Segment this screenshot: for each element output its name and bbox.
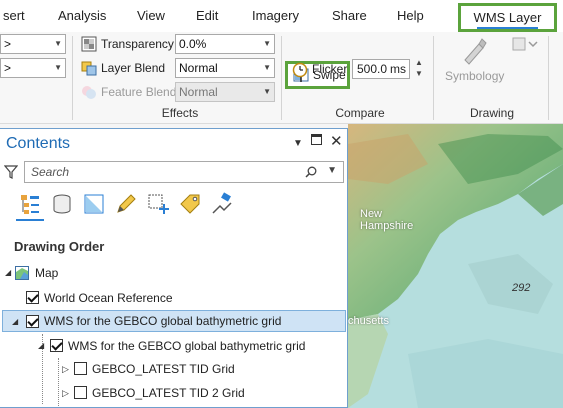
- tree-item-label: Map: [35, 266, 59, 280]
- search-box[interactable]: ▼: [24, 161, 344, 183]
- pane-options-chevron-icon[interactable]: ▼: [293, 138, 303, 149]
- terrain-map: [348, 124, 563, 408]
- search-options-chevron-icon[interactable]: ▼: [327, 165, 337, 176]
- tab-share[interactable]: Share: [332, 0, 367, 32]
- list-by-labeling-icon[interactable]: [178, 192, 202, 216]
- symbology-button[interactable]: Symbology: [445, 66, 504, 86]
- left-combo-1[interactable]: > ▼: [0, 34, 66, 54]
- visibility-checkbox[interactable]: [74, 386, 87, 399]
- ribbon-divider: [433, 36, 434, 120]
- compare-group-label: Compare: [335, 106, 385, 120]
- ribbon-divider: [281, 36, 282, 120]
- ribbon-divider: [72, 36, 73, 120]
- layer-blend-select[interactable]: Normal ▼: [175, 58, 275, 78]
- transparency-label: Transparency: [101, 37, 174, 51]
- flicker-label: Flicker: [312, 62, 348, 76]
- spin-up-icon[interactable]: ▲: [412, 57, 426, 68]
- map-icon: [15, 266, 29, 280]
- map-label-state-bottom: chusetts: [348, 315, 389, 327]
- transparency-value: 0.0%: [179, 37, 207, 51]
- visibility-checkbox[interactable]: [26, 315, 39, 328]
- tab-imagery[interactable]: Imagery: [252, 0, 299, 32]
- active-tab-indicator: [477, 27, 538, 29]
- display-options-icon[interactable]: [511, 36, 539, 52]
- list-by-editing-icon[interactable]: [114, 192, 138, 216]
- symbology-icon: [464, 38, 487, 65]
- layer-blend-label: Layer Blend: [101, 61, 166, 75]
- tree-item-label: World Ocean Reference: [44, 291, 173, 305]
- map-view[interactable]: New Hampshire chusetts 292: [348, 124, 563, 408]
- ribbon-divider: [548, 36, 549, 120]
- chevron-down-icon: ▼: [263, 63, 271, 72]
- left-combo-2[interactable]: > ▼: [0, 58, 66, 78]
- drawing-order-heading: Drawing Order: [14, 239, 105, 254]
- flicker-unit: ms: [390, 62, 406, 76]
- active-view-indicator: [16, 219, 44, 221]
- transparency-icon: [81, 36, 97, 52]
- list-by-selection-icon[interactable]: [82, 192, 106, 216]
- tree-item-map[interactable]: ◢ Map: [0, 262, 340, 284]
- tree-item-world-ocean-reference[interactable]: World Ocean Reference: [0, 287, 340, 309]
- map-label-state-top-text: New Hampshire: [360, 208, 414, 232]
- search-icon[interactable]: [305, 166, 317, 178]
- feature-blend-value: Normal: [179, 85, 218, 99]
- map-label-depth: 292: [512, 282, 531, 294]
- layer-blend-icon: [81, 61, 97, 76]
- tab-wms-layer[interactable]: WMS Layer: [461, 6, 554, 29]
- maximize-icon[interactable]: [311, 134, 322, 148]
- tree-item-wms-gebco-sublayer[interactable]: ◢ WMS for the GEBCO global bathymetric g…: [0, 335, 340, 357]
- tab-view[interactable]: View: [137, 0, 165, 32]
- tab-edit[interactable]: Edit: [196, 0, 218, 32]
- flicker-spinner[interactable]: ▲ ▼: [412, 57, 426, 81]
- ribbon-panel: > ▼ > ▼ Transparency 0.0% ▼ Layer Blend …: [0, 32, 563, 124]
- chevron-down-icon: ▼: [54, 63, 62, 72]
- filter-icon[interactable]: [4, 165, 18, 179]
- visibility-checkbox[interactable]: [26, 291, 39, 304]
- ribbon-tab-bar: sert Analysis View Edit Imagery Share He…: [0, 0, 563, 32]
- contents-pane: Contents ▼ ✕ ▼: [0, 128, 348, 408]
- drawing-group-label: Drawing: [469, 106, 514, 120]
- list-by-data-source-icon[interactable]: [50, 192, 74, 216]
- feature-blend-select: Normal ▼: [175, 82, 275, 102]
- visibility-checkbox[interactable]: [74, 362, 87, 375]
- visibility-checkbox[interactable]: [50, 339, 63, 352]
- list-by-perspective-imagery-icon[interactable]: [210, 192, 234, 216]
- transparency-input[interactable]: 0.0% ▼: [175, 34, 275, 54]
- expand-icon[interactable]: ▷: [62, 382, 69, 404]
- expand-icon[interactable]: ▷: [62, 358, 69, 380]
- collapse-icon[interactable]: ◢: [5, 262, 11, 284]
- spin-down-icon[interactable]: ▼: [412, 68, 426, 79]
- tree-item-label: WMS for the GEBCO global bathymetric gri…: [68, 339, 306, 353]
- effects-group-label: Effects: [161, 106, 199, 120]
- tab-insert[interactable]: sert: [3, 0, 25, 32]
- flicker-interval-input[interactable]: 500.0 ms: [352, 59, 410, 79]
- map-label-state-top: New Hampshire: [360, 208, 413, 232]
- chevron-down-icon: ▼: [263, 39, 271, 48]
- tab-analysis[interactable]: Analysis: [58, 0, 106, 32]
- close-icon[interactable]: ✕: [330, 132, 343, 150]
- feature-blend-icon: [82, 86, 96, 99]
- chevron-down-icon: ▼: [263, 87, 271, 96]
- feature-blend-label: Feature Blend: [101, 85, 177, 99]
- tree-item-label: GEBCO_LATEST TID 2 Grid: [92, 386, 245, 400]
- collapse-icon[interactable]: ◢: [12, 311, 18, 333]
- list-by-drawing-order-icon[interactable]: [18, 192, 42, 216]
- tree-item-gebco-latest-tid-2-grid[interactable]: ▷ GEBCO_LATEST TID 2 Grid: [0, 382, 340, 404]
- tree-item-gebco-latest-tid-grid[interactable]: ▷ GEBCO_LATEST TID Grid: [0, 358, 340, 380]
- tab-help[interactable]: Help: [397, 0, 424, 32]
- tree-item-label: GEBCO_LATEST TID Grid: [92, 362, 235, 376]
- tree-item-label: WMS for the GEBCO global bathymetric gri…: [44, 314, 282, 328]
- left-combo-1-value: >: [4, 37, 12, 51]
- tree-item-wms-gebco-selected[interactable]: ◢ WMS for the GEBCO global bathymetric g…: [2, 310, 346, 332]
- list-by-snapping-icon[interactable]: [146, 192, 170, 216]
- layer-blend-value: Normal: [179, 61, 218, 75]
- chevron-down-icon: ▼: [54, 39, 62, 48]
- contents-pane-title: Contents: [6, 135, 71, 152]
- flicker-value: 500.0: [357, 62, 388, 76]
- left-combo-2-value: >: [4, 61, 12, 75]
- collapse-icon[interactable]: ◢: [38, 335, 44, 357]
- tab-wms-layer-highlight: WMS Layer: [458, 3, 557, 32]
- flicker-icon: [292, 62, 308, 78]
- search-input[interactable]: [31, 164, 301, 180]
